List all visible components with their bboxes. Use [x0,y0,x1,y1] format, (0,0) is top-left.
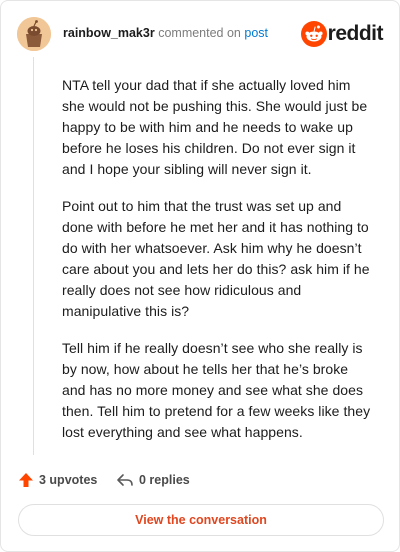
reply-arrow-icon [117,474,133,486]
comment-body: NTA tell your dad that if she actually l… [62,75,374,459]
reply-button[interactable]: 0 replies [116,471,190,489]
comment-action-text: commented on [158,26,241,40]
comment-paragraph: NTA tell your dad that if she actually l… [62,77,368,177]
reddit-logo-icon [301,21,327,47]
comment-card: rainbow_mak3r commented on post reddit N… [0,0,400,552]
username[interactable]: rainbow_mak3r [63,26,155,40]
comment-actions: 3 upvotes 0 replies [18,471,318,489]
view-conversation-button[interactable]: View the conversation [18,504,384,536]
user-avatar[interactable] [17,17,51,51]
upvote-arrow-icon [19,473,33,487]
comment-header: rainbow_mak3r commented on post reddit [17,17,384,51]
comment-paragraph: Point out to him that the trust was set … [62,198,370,319]
upvote-button[interactable]: 3 upvotes [18,471,97,489]
avatar-snoo-icon [17,17,51,51]
reply-count: 0 replies [139,473,190,487]
reddit-wordmark: reddit [327,22,384,45]
comment-meta: rainbow_mak3r commented on post [63,26,268,40]
comment-paragraph: Tell him if he really doesn’t see who sh… [62,340,371,440]
thread-line [33,57,34,455]
upvote-count: 3 upvotes [39,473,98,487]
post-link[interactable]: post [244,26,268,40]
